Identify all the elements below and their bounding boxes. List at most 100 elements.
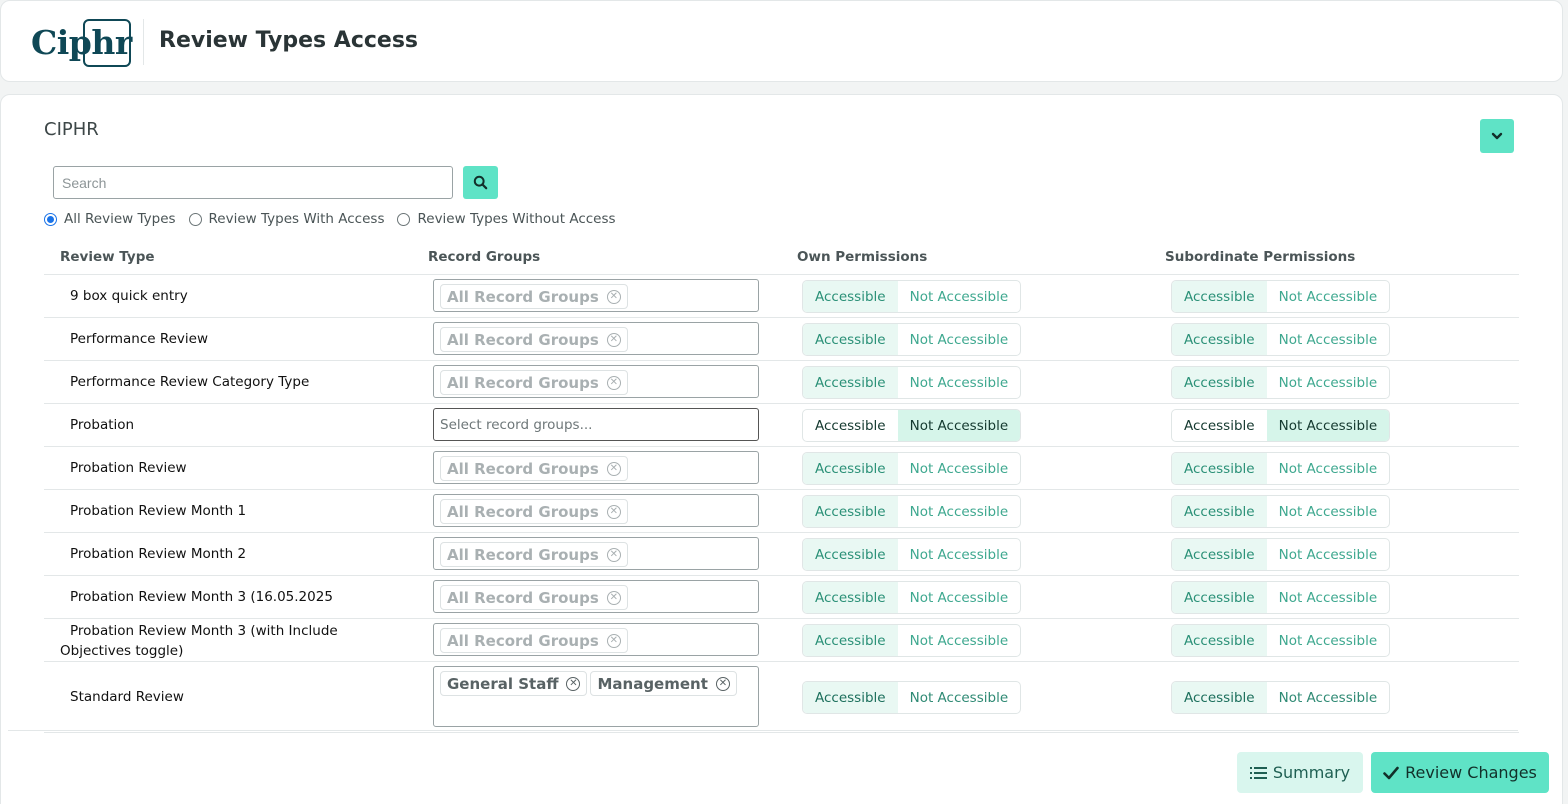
record-groups-select[interactable]: All Record Groups ✕ [433, 322, 759, 355]
review-type-name: Probation Review Month 2 [70, 546, 247, 562]
col-subordinate-permissions: Subordinate Permissions [1165, 249, 1356, 265]
footer-divider [8, 730, 1518, 731]
circle-x-icon[interactable]: ✕ [606, 590, 621, 605]
review-type-name: Performance Review Category Type [70, 374, 310, 390]
sub-accessible-option[interactable]: Accessible [1172, 453, 1267, 484]
own-not-accessible-option[interactable]: Not Accessible [898, 682, 1021, 713]
filter-all[interactable]: All Review Types [44, 211, 176, 227]
circle-x-icon[interactable]: ✕ [566, 676, 581, 691]
sub-accessible-option[interactable]: Accessible [1172, 582, 1267, 613]
sub-not-accessible-option[interactable]: Not Accessible [1267, 682, 1390, 713]
summary-label: Summary [1272, 763, 1351, 782]
circle-x-icon[interactable]: ✕ [606, 461, 621, 476]
col-own-permissions: Own Permissions [797, 249, 928, 265]
record-groups-select[interactable]: All Record Groups ✕ [433, 623, 759, 656]
sub-accessible-option[interactable]: Accessible [1172, 367, 1267, 398]
app-header: Ciphr Review Types Access [0, 0, 1563, 82]
own-accessible-option[interactable]: Accessible [803, 496, 898, 527]
review-changes-button[interactable]: Review Changes [1371, 752, 1549, 793]
table-row: Performance Review All Record Groups ✕ Ac… [44, 318, 1519, 361]
radio-all[interactable] [44, 212, 57, 226]
own-not-accessible-option[interactable]: Not Accessible [897, 410, 1021, 441]
review-type-name: Probation Review Month 3 (16.05.2025 [70, 589, 333, 605]
subordinate-permission-toggle: Accessible Not Accessible [1171, 538, 1391, 571]
circle-x-icon[interactable]: ✕ [606, 289, 621, 304]
own-accessible-option[interactable]: Accessible [803, 281, 898, 312]
record-groups-select[interactable]: All Record Groups ✕ [433, 580, 759, 613]
radio-with-access[interactable] [188, 212, 202, 226]
header-divider [143, 19, 144, 65]
sub-not-accessible-option[interactable]: Not Accessible [1267, 453, 1390, 484]
subordinate-permission-toggle: Accessible Not Accessible [1171, 681, 1391, 714]
sub-accessible-option[interactable]: Accessible [1172, 410, 1267, 441]
search-icon [473, 175, 488, 190]
review-access-panel: CIPHR All Review Types Review Types With… [0, 94, 1563, 804]
own-permission-toggle: Accessible Not Accessible [802, 624, 1022, 657]
own-accessible-option[interactable]: Accessible [803, 625, 898, 656]
own-not-accessible-option[interactable]: Not Accessible [898, 496, 1021, 527]
own-permission-toggle: Accessible Not Accessible [802, 495, 1022, 528]
search-button[interactable] [463, 166, 498, 199]
filter-without-access[interactable]: Review Types Without Access [397, 211, 616, 227]
sub-accessible-option[interactable]: Accessible [1172, 281, 1267, 312]
sub-accessible-option[interactable]: Accessible [1172, 682, 1267, 713]
filter-with-access[interactable]: Review Types With Access [188, 211, 384, 227]
own-not-accessible-option[interactable]: Not Accessible [898, 625, 1021, 656]
own-accessible-option[interactable]: Accessible [803, 682, 898, 713]
own-not-accessible-option[interactable]: Not Accessible [898, 539, 1021, 570]
record-groups-select[interactable]: General Staff ✕ Management ✕ [433, 666, 759, 727]
search-input[interactable] [53, 166, 453, 199]
own-accessible-option[interactable]: Accessible [803, 367, 898, 398]
circle-x-icon[interactable]: ✕ [606, 375, 621, 390]
sub-accessible-option[interactable]: Accessible [1172, 539, 1267, 570]
sub-accessible-option[interactable]: Accessible [1172, 496, 1267, 527]
record-groups-select[interactable]: All Record Groups ✕ [433, 537, 759, 570]
record-groups-select[interactable]: All Record Groups ✕ [433, 365, 759, 398]
filter-all-label: All Review Types [64, 211, 176, 227]
summary-button[interactable]: Summary [1237, 752, 1363, 793]
table-row: Probation Review Month 1 All Record Grou… [44, 490, 1519, 533]
own-not-accessible-option[interactable]: Not Accessible [898, 453, 1021, 484]
record-group-chip: All Record Groups ✕ [440, 456, 628, 481]
own-not-accessible-option[interactable]: Not Accessible [898, 324, 1021, 355]
sub-accessible-option[interactable]: Accessible [1172, 625, 1267, 656]
own-accessible-option[interactable]: Accessible [803, 539, 898, 570]
review-changes-label: Review Changes [1405, 763, 1537, 782]
sub-not-accessible-option[interactable]: Not Accessible [1267, 625, 1390, 656]
circle-x-icon[interactable]: ✕ [606, 633, 621, 648]
subordinate-permission-toggle: Accessible Not Accessible [1171, 366, 1391, 399]
circle-x-icon[interactable]: ✕ [606, 547, 621, 562]
sub-not-accessible-option[interactable]: Not Accessible [1267, 496, 1390, 527]
sub-not-accessible-option[interactable]: Not Accessible [1267, 539, 1390, 570]
record-group-chip: All Record Groups ✕ [440, 284, 628, 309]
own-not-accessible-option[interactable]: Not Accessible [898, 367, 1021, 398]
sub-not-accessible-option[interactable]: Not Accessible [1267, 367, 1390, 398]
circle-x-icon[interactable]: ✕ [606, 332, 621, 347]
own-not-accessible-option[interactable]: Not Accessible [898, 281, 1021, 312]
review-type-name: Probation Review Month 1 [70, 503, 247, 519]
own-permission-toggle: Accessible Not Accessible [802, 280, 1022, 313]
review-type-name: Probation Review Month 3 (with Include O… [60, 623, 338, 659]
circle-x-icon[interactable]: ✕ [715, 676, 730, 691]
sub-not-accessible-option[interactable]: Not Accessible [1267, 281, 1390, 312]
collapse-button[interactable] [1480, 119, 1514, 153]
record-groups-select[interactable]: All Record Groups ✕ [433, 279, 759, 312]
own-accessible-option[interactable]: Accessible [803, 582, 898, 613]
record-groups-select[interactable]: All Record Groups ✕ [433, 451, 759, 484]
sub-accessible-option[interactable]: Accessible [1172, 324, 1267, 355]
record-groups-select[interactable]: All Record Groups ✕ [433, 494, 759, 527]
own-accessible-option[interactable]: Accessible [803, 410, 898, 441]
own-accessible-option[interactable]: Accessible [803, 324, 898, 355]
sub-not-accessible-option[interactable]: Not Accessible [1267, 582, 1390, 613]
org-name: CIPHR [44, 119, 99, 140]
sub-not-accessible-option[interactable]: Not Accessible [1266, 410, 1390, 441]
radio-without-access[interactable] [397, 212, 411, 226]
record-groups-select[interactable]: Select record groups... [433, 408, 759, 441]
circle-x-icon[interactable]: ✕ [606, 504, 621, 519]
page-title: Review Types Access [159, 28, 419, 53]
own-accessible-option[interactable]: Accessible [803, 453, 898, 484]
table-row: Performance Review Category Type All Rec… [44, 361, 1519, 404]
own-not-accessible-option[interactable]: Not Accessible [898, 582, 1021, 613]
sub-not-accessible-option[interactable]: Not Accessible [1267, 324, 1390, 355]
own-permission-toggle: Accessible Not Accessible [802, 323, 1022, 356]
